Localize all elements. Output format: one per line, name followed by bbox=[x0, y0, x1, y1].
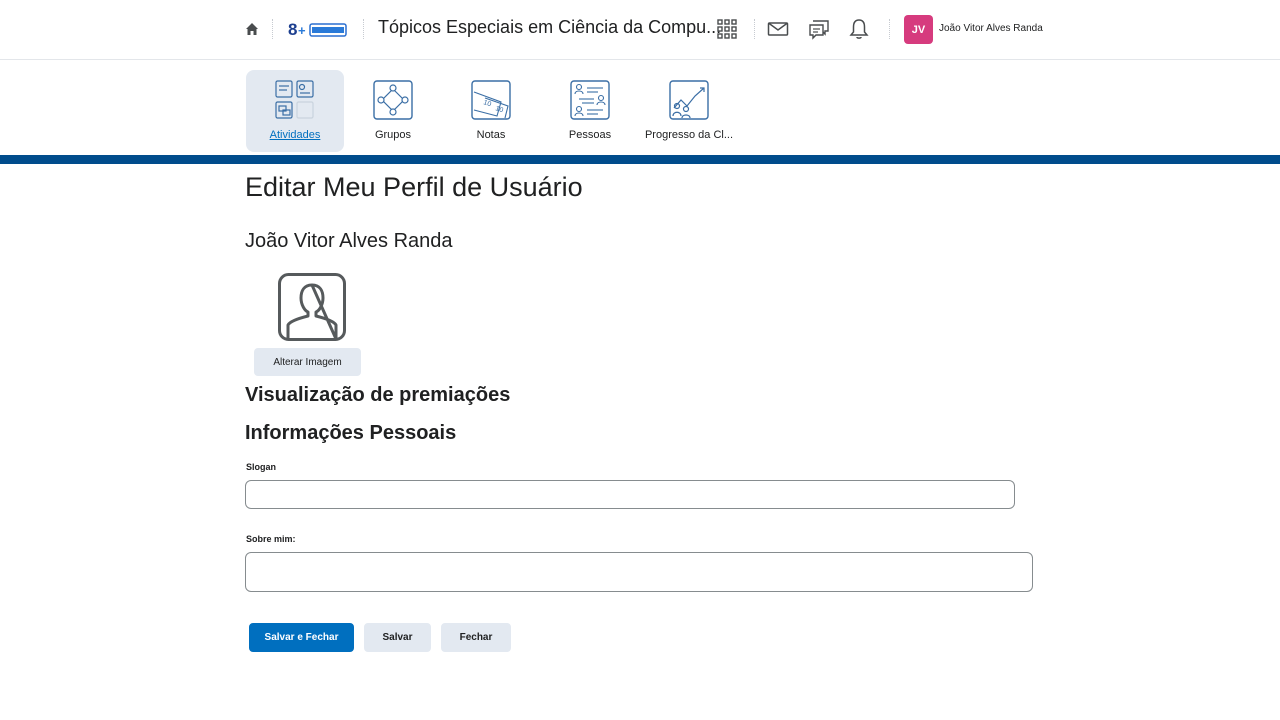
svg-text:10: 10 bbox=[494, 105, 504, 114]
nav-label: Pessoas bbox=[568, 129, 612, 141]
nav-item-atividades[interactable]: Atividades bbox=[246, 70, 344, 152]
save-button[interactable]: Salvar bbox=[364, 623, 431, 652]
course-title[interactable]: Tópicos Especiais em Ciência da Compu... bbox=[378, 17, 721, 38]
nav-label: Progresso da Cl... bbox=[644, 129, 734, 141]
svg-text:10: 10 bbox=[482, 99, 492, 108]
nav-item-notas[interactable]: 10 10 Notas bbox=[442, 70, 540, 152]
nav-label: Atividades bbox=[269, 129, 321, 141]
top-header: 8 + Tópicos Especiais em Ciência da Comp… bbox=[0, 0, 1280, 60]
slogan-label: Slogan bbox=[246, 462, 277, 472]
course-navbar: Atividades Grupos 10 10 Notas Pessoas Pr… bbox=[0, 60, 1280, 155]
page-title: Editar Meu Perfil de Usuário bbox=[245, 172, 583, 202]
nav-label: Notas bbox=[476, 129, 506, 141]
divider bbox=[889, 19, 890, 39]
nav-item-progresso[interactable]: Progresso da Cl... bbox=[640, 70, 738, 152]
institution-logo[interactable]: 8 + bbox=[288, 18, 348, 40]
nav-label: Grupos bbox=[374, 129, 412, 141]
profile-placeholder-icon bbox=[278, 273, 346, 341]
slogan-input[interactable] bbox=[245, 480, 1015, 509]
profile-name: João Vitor Alves Randa bbox=[245, 230, 453, 252]
apps-grid-icon[interactable] bbox=[716, 18, 738, 40]
close-button[interactable]: Fechar bbox=[441, 623, 511, 652]
svg-text:+: + bbox=[298, 23, 306, 38]
people-icon bbox=[570, 80, 610, 120]
awards-heading: Visualização de premiações bbox=[245, 384, 511, 406]
nav-item-pessoas[interactable]: Pessoas bbox=[541, 70, 639, 152]
progress-icon bbox=[669, 80, 709, 120]
bell-icon[interactable] bbox=[848, 18, 870, 40]
about-label: Sobre mim: bbox=[246, 534, 296, 544]
divider bbox=[272, 19, 273, 39]
svg-text:8: 8 bbox=[288, 20, 297, 39]
change-image-button[interactable]: Alterar Imagem bbox=[254, 348, 361, 376]
personal-info-heading: Informações Pessoais bbox=[245, 422, 457, 444]
nav-item-grupos[interactable]: Grupos bbox=[344, 70, 442, 152]
activities-icon bbox=[275, 80, 314, 119]
divider bbox=[754, 19, 755, 39]
about-textarea[interactable] bbox=[245, 552, 1033, 592]
grades-icon: 10 10 bbox=[471, 80, 511, 120]
user-avatar[interactable]: JV bbox=[904, 15, 933, 44]
navbar-band bbox=[0, 155, 1280, 164]
groups-icon bbox=[373, 80, 413, 120]
chat-icon[interactable] bbox=[808, 18, 830, 40]
home-icon[interactable] bbox=[244, 21, 260, 37]
mail-icon[interactable] bbox=[767, 18, 789, 40]
save-and-close-button[interactable]: Salvar e Fechar bbox=[249, 623, 354, 652]
user-name[interactable]: João Vitor Alves Randa bbox=[939, 23, 1043, 34]
divider bbox=[363, 19, 364, 39]
